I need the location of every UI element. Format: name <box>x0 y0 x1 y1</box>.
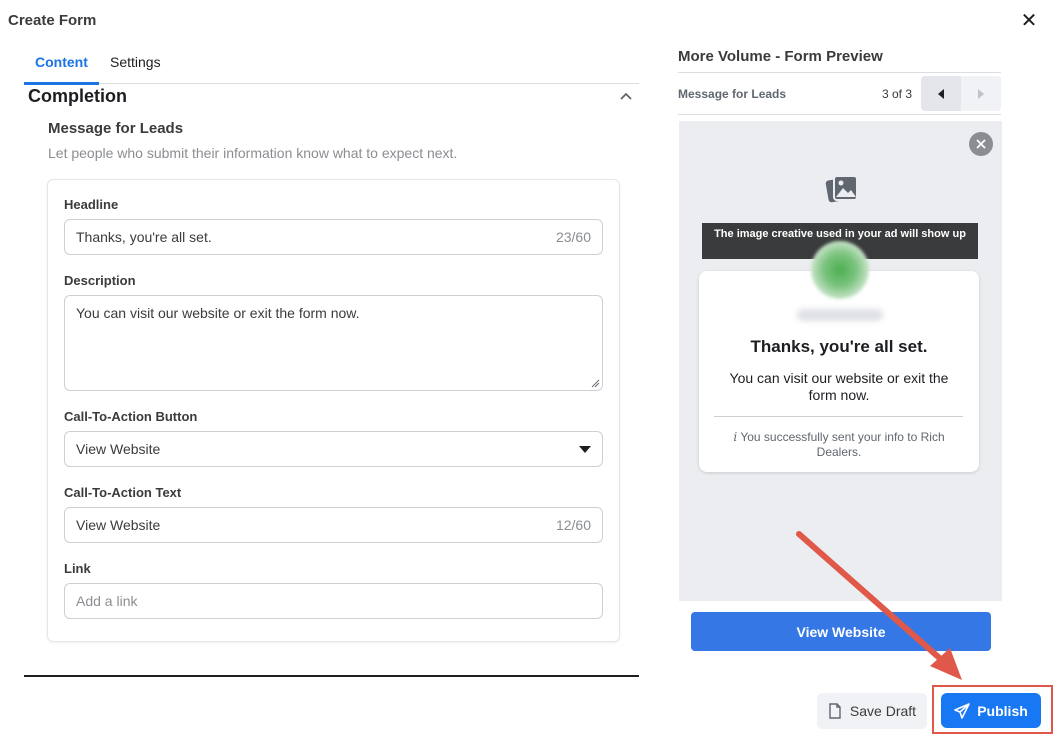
preview-divider-2 <box>678 114 1001 115</box>
description-label: Description <box>64 273 136 288</box>
preview-headline: Thanks, you're all set. <box>750 337 928 356</box>
cta-text-input[interactable]: View Website 12/60 <box>64 507 603 543</box>
headline-label: Headline <box>64 197 119 212</box>
next-screen-button[interactable] <box>961 76 1001 111</box>
save-draft-label: Save Draft <box>849 703 917 719</box>
page-name-redacted <box>797 309 883 321</box>
previous-screen-button[interactable] <box>921 76 961 111</box>
subsection-title: Message for Leads <box>48 120 184 137</box>
tab-content[interactable]: Content <box>24 54 99 85</box>
description-value: You can visit our website or exit the fo… <box>76 305 360 321</box>
link-placeholder: Add a link <box>76 593 138 609</box>
preview-pager <box>921 76 1001 111</box>
link-input[interactable]: Add a link <box>64 583 603 619</box>
save-draft-button[interactable]: Save Draft <box>817 693 927 729</box>
publish-button[interactable]: Publish <box>941 693 1041 728</box>
preview-cta-button[interactable]: View Website <box>691 612 991 651</box>
send-icon <box>954 702 971 719</box>
preview-description: You can visit our website or exit the fo… <box>729 370 949 403</box>
info-icon: i <box>733 430 738 444</box>
close-icon[interactable]: ✕ <box>1018 10 1040 32</box>
preview-info-text: You successfully sent your info to Rich … <box>740 430 945 459</box>
publish-label: Publish <box>977 702 1028 719</box>
image-placeholder-icon <box>825 175 858 203</box>
preview-close-icon <box>969 132 993 156</box>
headline-value: Thanks, you're all set. <box>76 229 212 245</box>
dialog-title: Create Form <box>8 12 97 29</box>
headline-input[interactable]: Thanks, you're all set. 23/60 <box>64 219 603 255</box>
preview-title: More Volume - Form Preview <box>678 48 883 65</box>
preview-card-divider <box>714 416 963 417</box>
tab-bar: Content Settings <box>24 48 639 85</box>
caret-down-icon <box>579 445 591 453</box>
headline-char-count: 23/60 <box>555 229 591 245</box>
preview-info-line: i You successfully sent your info to Ric… <box>722 430 956 460</box>
chevron-up-icon[interactable] <box>618 88 634 104</box>
document-icon <box>829 703 841 719</box>
section-title: Completion <box>28 86 127 106</box>
cta-button-select[interactable]: View Website <box>64 431 603 467</box>
cta-text-char-count: 12/60 <box>555 517 591 533</box>
caret-right-icon <box>978 88 984 99</box>
cta-button-label: Call-To-Action Button <box>64 409 198 424</box>
subsection-help: Let people who submit their information … <box>48 145 458 161</box>
section-divider <box>24 675 639 677</box>
cta-text-label: Call-To-Action Text <box>64 485 182 500</box>
cta-button-value: View Website <box>76 441 161 457</box>
page-avatar <box>811 241 869 299</box>
cta-text-value: View Website <box>76 517 161 533</box>
preview-page-indicator: 3 of 3 <box>882 87 913 101</box>
caret-left-icon <box>938 88 944 99</box>
tab-settings[interactable]: Settings <box>110 54 161 82</box>
resize-handle-icon[interactable] <box>590 378 600 388</box>
preview-screen-name: Message for Leads <box>678 87 787 101</box>
link-label: Link <box>64 561 91 576</box>
preview-divider <box>678 72 1001 73</box>
description-textarea[interactable]: You can visit our website or exit the fo… <box>64 295 603 391</box>
